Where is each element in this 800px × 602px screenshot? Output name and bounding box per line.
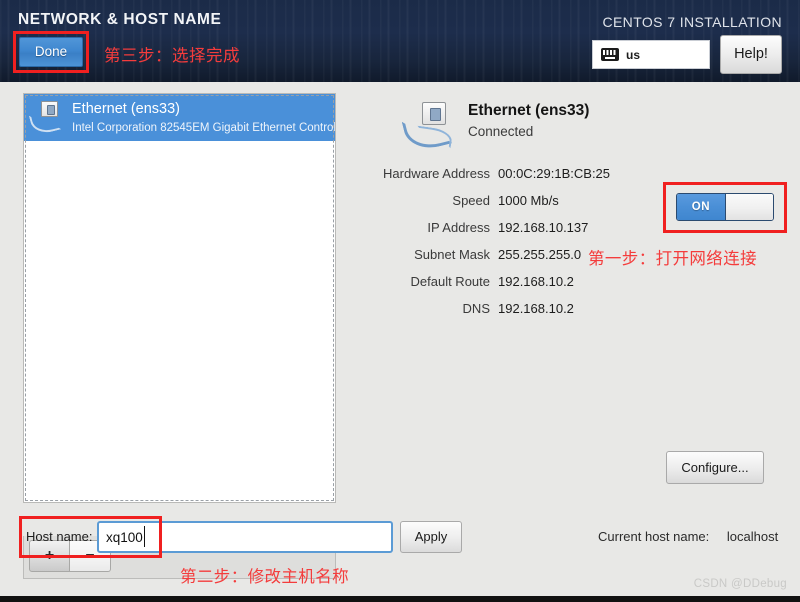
property-row: IP Address 192.168.10.137 xyxy=(346,220,646,247)
property-value: 192.168.10.2 xyxy=(498,301,574,316)
watermark: CSDN @DDebug xyxy=(693,578,787,590)
ethernet-icon xyxy=(401,98,456,154)
list-item[interactable]: Ethernet (ens33) Intel Corporation 82545… xyxy=(24,94,335,141)
page-title: NETWORK & HOST NAME xyxy=(18,11,222,28)
network-device-list[interactable]: Ethernet (ens33) Intel Corporation 82545… xyxy=(23,93,336,503)
keyboard-layout-indicator[interactable]: us xyxy=(592,40,710,69)
network-enable-toggle[interactable]: ON xyxy=(676,193,774,221)
ethernet-icon xyxy=(28,101,64,137)
property-row: Speed 1000 Mb/s xyxy=(346,193,646,220)
hostname-highlight-box xyxy=(19,516,162,558)
annotation-step2: 第二步：修改主机名称 xyxy=(180,567,349,586)
keyboard-layout-label: us xyxy=(626,47,641,62)
text-cursor xyxy=(144,526,145,547)
device-connection-status: Connected xyxy=(468,124,534,139)
annotation-step3: 第三步：选择完成 xyxy=(104,46,240,65)
property-value: 00:0C:29:1B:CB:25 xyxy=(498,166,611,181)
keyboard-icon xyxy=(601,48,619,61)
device-detail-name: Ethernet (ens33) xyxy=(468,102,590,119)
current-host-name-label: Current host name: xyxy=(598,529,710,544)
property-row: DNS 192.168.10.2 xyxy=(346,301,646,328)
property-row: Default Route 192.168.10.2 xyxy=(346,274,646,301)
bottom-bar xyxy=(0,596,800,602)
property-label: Speed xyxy=(452,193,490,208)
property-value: 1000 Mb/s xyxy=(498,193,559,208)
property-label: Hardware Address xyxy=(383,166,490,181)
current-host-name-row: Current host name: localhost xyxy=(598,529,778,544)
property-row: Hardware Address 00:0C:29:1B:CB:25 xyxy=(346,166,646,193)
property-label: Default Route xyxy=(410,274,491,289)
main-content: Ethernet (ens33) Intel Corporation 82545… xyxy=(0,82,800,588)
list-item-description: Intel Corporation 82545EM Gigabit Ethern… xyxy=(72,121,335,134)
configure-button[interactable]: Configure... xyxy=(666,451,764,484)
help-button[interactable]: Help! xyxy=(720,35,782,74)
property-value: 192.168.10.2 xyxy=(498,274,574,289)
property-value: 192.168.10.137 xyxy=(498,220,589,235)
annotation-step1: 第一步：打开网络连接 xyxy=(588,249,757,268)
list-item-name: Ethernet (ens33) xyxy=(72,100,181,117)
installation-title: CENTOS 7 INSTALLATION xyxy=(602,14,782,30)
device-detail-header: Ethernet (ens33) Connected xyxy=(401,98,590,154)
done-button[interactable]: Done xyxy=(19,37,83,67)
property-label: IP Address xyxy=(427,220,490,235)
property-value: 255.255.255.0 xyxy=(498,247,582,262)
toggle-knob[interactable] xyxy=(725,194,773,220)
property-label: DNS xyxy=(462,301,490,316)
toggle-on-label: ON xyxy=(677,194,725,220)
property-label: Subnet Mask xyxy=(414,247,490,262)
apply-button[interactable]: Apply xyxy=(400,521,462,553)
installer-header: NETWORK & HOST NAME CENTOS 7 INSTALLATIO… xyxy=(0,0,800,82)
current-host-name-value: localhost xyxy=(726,529,779,544)
